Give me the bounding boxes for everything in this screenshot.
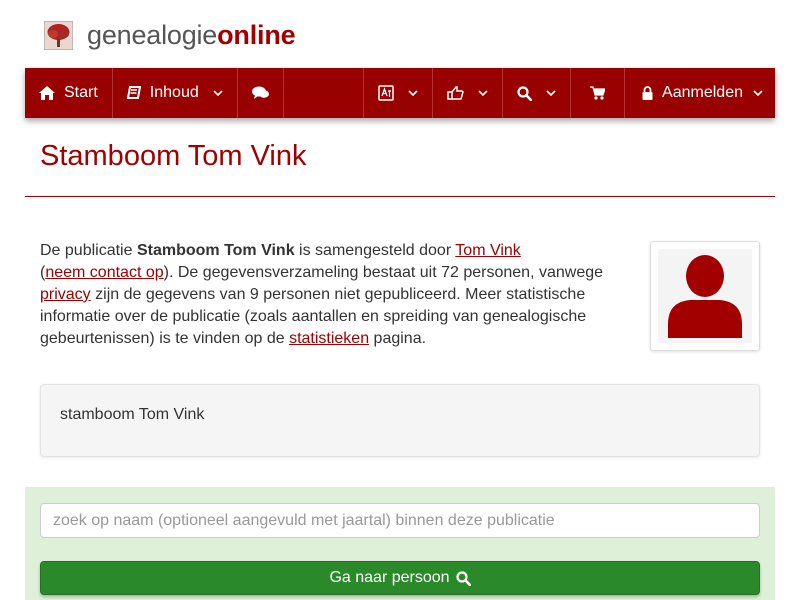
user-icon <box>668 255 742 338</box>
title-divider <box>25 196 775 197</box>
person-search-panel: Ga naar persoon <box>25 487 775 600</box>
author-avatar[interactable] <box>650 241 760 351</box>
home-icon <box>39 86 55 100</box>
main-navbar: Start Inhoud Aanmelden <box>25 68 775 118</box>
brand-part-2: online <box>217 19 296 50</box>
lock-icon <box>642 86 653 100</box>
brand-name: genealogieonline <box>87 19 296 51</box>
thumbs-up-icon <box>447 86 464 100</box>
chevron-down-icon <box>753 90 763 96</box>
person-search-input[interactable] <box>40 503 760 538</box>
intro-text-6: pagina. <box>369 330 427 347</box>
search-icon <box>517 85 533 101</box>
intro-text-4: ). De gegevensverzameling bestaat uit 72… <box>163 264 604 281</box>
nav-aanmelden-dropdown[interactable]: Aanmelden <box>625 68 775 118</box>
intro-text-1: De publicatie <box>40 242 137 259</box>
chevron-down-icon <box>213 90 223 96</box>
site-logo[interactable]: genealogieonline <box>44 18 296 52</box>
nav-inhoud-dropdown[interactable]: Inhoud <box>113 68 238 118</box>
nav-social-dropdown[interactable] <box>433 68 504 118</box>
author-link[interactable]: Tom Vink <box>455 242 521 259</box>
publication-description: stamboom Tom Vink <box>40 384 760 457</box>
avatar-frame <box>658 249 752 343</box>
nav-forum[interactable] <box>238 68 284 118</box>
language-icon <box>378 85 394 101</box>
brand-part-1: genealogie <box>87 19 218 50</box>
privacy-link[interactable]: privacy <box>40 286 91 303</box>
go-to-person-label: Ga naar persoon <box>329 569 450 586</box>
cart-icon <box>590 86 606 100</box>
publication-name: Stamboom Tom Vink <box>136 242 295 259</box>
nav-cart[interactable] <box>571 68 626 118</box>
chevron-down-icon <box>546 90 556 96</box>
go-to-person-button[interactable]: Ga naar persoon <box>40 561 760 595</box>
chevron-down-icon <box>408 90 418 96</box>
chevron-down-icon <box>478 90 488 96</box>
comments-icon <box>251 86 269 99</box>
nav-search-dropdown[interactable] <box>503 68 572 118</box>
intro-text-2: is samengesteld door <box>294 242 456 259</box>
nav-inhoud-label: Inhoud <box>149 84 199 101</box>
nav-aanmelden-label: Aanmelden <box>662 84 743 101</box>
publication-intro: De publicatie Stamboom Tom Vink is samen… <box>40 240 615 350</box>
nav-start[interactable]: Start <box>25 68 113 118</box>
book-icon <box>126 86 141 99</box>
nav-language-dropdown[interactable] <box>363 68 434 118</box>
page-title: Stamboom Tom Vink <box>40 140 307 172</box>
tree-logo-icon <box>44 20 73 50</box>
contact-link[interactable]: neem contact op <box>45 264 163 281</box>
statistics-link[interactable]: statistieken <box>289 330 369 347</box>
nav-start-label: Start <box>64 84 98 101</box>
search-icon <box>455 570 471 586</box>
